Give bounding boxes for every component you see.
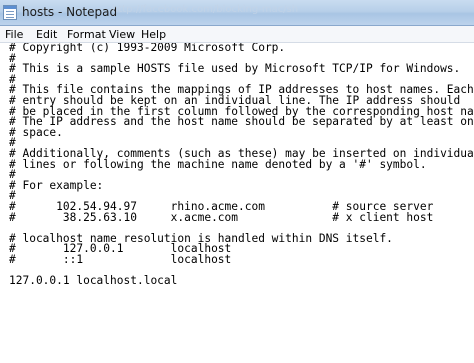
menu-help[interactable]: Help: [138, 27, 169, 42]
menu-view[interactable]: View: [106, 27, 138, 42]
menu-format[interactable]: Format: [64, 27, 109, 42]
menu-edit[interactable]: Edit: [33, 27, 60, 42]
notepad-window: hosts - Notepad http://facebook.com/bloc…: [0, 0, 474, 363]
window-title: hosts - Notepad: [22, 5, 118, 19]
menu-file[interactable]: File: [2, 27, 26, 42]
notepad-icon[interactable]: [3, 5, 17, 20]
text-editor[interactable]: # Copyright (c) 1993-2009 Microsoft Corp…: [0, 43, 474, 363]
menu-bar: File Edit Format View Help: [0, 26, 474, 43]
title-bar-blurred-text: http://facebook.com/blocking-mac/sh: [112, 4, 299, 15]
editor-content[interactable]: # Copyright (c) 1993-2009 Microsoft Corp…: [9, 43, 474, 287]
title-bar[interactable]: hosts - Notepad http://facebook.com/bloc…: [0, 0, 474, 26]
